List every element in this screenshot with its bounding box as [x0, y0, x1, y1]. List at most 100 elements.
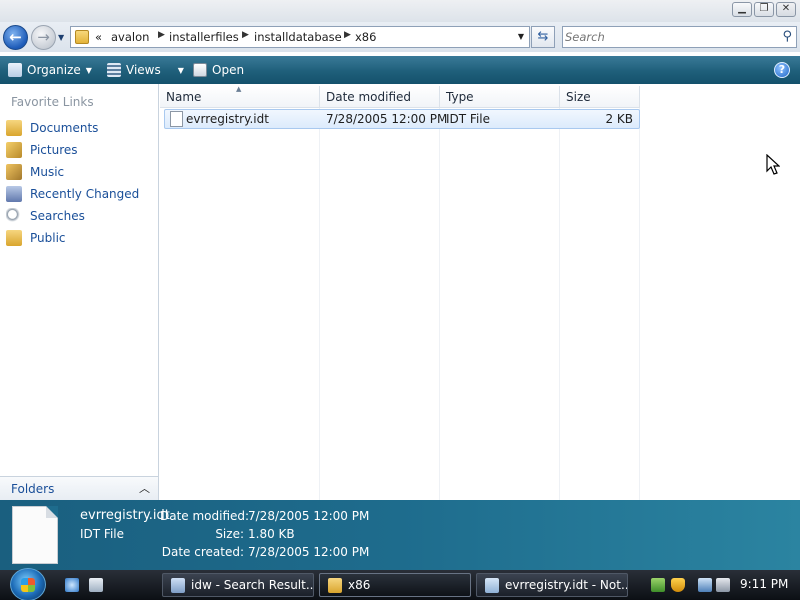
forward-button[interactable]: → — [31, 25, 56, 50]
address-bar[interactable]: « avalon ▶ installerfiles ▶ installdatab… — [70, 26, 530, 48]
details-date-modified: 7/28/2005 12:00 PM — [248, 509, 370, 523]
folders-toggle[interactable]: Folders ︿ — [0, 476, 158, 500]
details-file-type: IDT File — [80, 527, 125, 541]
breadcrumb-avalon[interactable]: avalon — [111, 30, 149, 44]
column-header-name[interactable]: Name ▲ — [160, 85, 320, 108]
clock[interactable]: 9:11 PM — [740, 577, 788, 591]
sidebar-item-pictures[interactable]: Pictures — [6, 141, 78, 159]
minimize-button[interactable]: ▁ — [732, 2, 752, 17]
column-divider — [639, 108, 640, 500]
taskbar-button-x86[interactable]: x86 — [319, 573, 471, 597]
file-row[interactable]: evrregistry.idt 7/28/2005 12:00 PM IDT F… — [164, 109, 640, 129]
title-bar: ▁ ❐ ✕ — [0, 0, 800, 22]
taskbar-button-label: idw - Search Result... — [191, 578, 314, 592]
sidebar-item-recently-changed[interactable]: Recently Changed — [6, 185, 139, 203]
security-shield-icon[interactable] — [671, 578, 685, 592]
column-label: Size — [566, 90, 591, 104]
music-folder-icon — [6, 164, 22, 180]
breadcrumb-installdatabase[interactable]: installdatabase — [254, 30, 342, 44]
recent-pages-dropdown[interactable]: ▼ — [58, 33, 64, 42]
refresh-button[interactable]: ⇆ — [531, 26, 555, 48]
column-label: Name — [166, 90, 202, 104]
forward-arrow-icon: → — [37, 28, 50, 46]
internet-explorer-icon[interactable] — [65, 578, 79, 592]
breadcrumb-x86[interactable]: x86 — [355, 30, 376, 44]
mouse-pointer-icon — [766, 154, 780, 175]
chevron-down-icon: ▼ — [85, 65, 92, 75]
taskbar-button-label: evrregistry.idt - Not... — [505, 578, 628, 592]
details-pane: evrregistry.idt IDT File Date modified: … — [0, 500, 800, 570]
folder-icon — [75, 30, 89, 44]
sidebar-item-searches[interactable]: Searches — [6, 207, 85, 225]
file-icon — [170, 111, 183, 127]
maximize-button[interactable]: ❐ — [754, 2, 774, 17]
display-tray-icon[interactable] — [698, 578, 712, 592]
search-results-icon — [171, 578, 185, 593]
file-size: 2 KB — [605, 112, 633, 126]
taskbar-button-notepad[interactable]: evrregistry.idt - Not... — [476, 573, 628, 597]
sidebar-item-music[interactable]: Music — [6, 163, 64, 181]
details-size: 1.80 KB — [248, 527, 295, 541]
taskbar: idw - Search Result... x86 evrregistry.i… — [0, 568, 800, 600]
file-type: IDT File — [446, 112, 491, 126]
breadcrumb-separator-icon[interactable]: ▶ — [344, 30, 351, 40]
views-label: Views — [126, 63, 161, 77]
views-button[interactable]: Views ▼ — [107, 62, 184, 78]
volume-muted-icon[interactable] — [716, 578, 730, 592]
search-input[interactable] — [565, 28, 765, 46]
search-icon[interactable]: ⚲ — [782, 29, 792, 44]
help-button[interactable]: ? — [774, 62, 790, 78]
sidebar-item-label: Documents — [30, 121, 99, 135]
organize-button[interactable]: Organize ▼ — [8, 62, 92, 78]
column-header-size[interactable]: Size — [560, 86, 640, 108]
taskbar-button-label: x86 — [348, 578, 371, 592]
command-toolbar: Organize ▼ Views ▼ Open ? — [0, 56, 800, 84]
open-label: Open — [212, 63, 245, 77]
breadcrumb-overflow[interactable]: « — [95, 30, 102, 44]
chevron-down-icon: ▼ — [177, 65, 184, 75]
breadcrumb-separator-icon[interactable]: ▶ — [158, 30, 165, 40]
column-header-type[interactable]: Type — [440, 86, 560, 108]
recently-changed-icon — [6, 186, 22, 202]
switch-windows-icon[interactable] — [89, 578, 103, 592]
start-button[interactable] — [10, 568, 46, 600]
sidebar-item-label: Searches — [30, 209, 85, 223]
sidebar-item-documents[interactable]: Documents — [6, 119, 98, 137]
notepad-icon — [485, 578, 499, 593]
favorite-links-heading: Favorite Links — [11, 95, 94, 109]
maximize-icon: ❐ — [759, 3, 769, 14]
column-label: Type — [446, 90, 474, 104]
sidebar-item-public[interactable]: Public — [6, 229, 66, 247]
breadcrumb-installerfiles[interactable]: installerfiles — [169, 30, 239, 44]
open-button[interactable]: Open — [193, 62, 244, 78]
address-row: ← → ▼ « avalon ▶ installerfiles ▶ instal… — [0, 22, 800, 52]
page-fold — [46, 506, 58, 518]
column-label: Date modified — [326, 90, 412, 104]
column-header-date-modified[interactable]: Date modified — [320, 86, 440, 108]
details-date-created: 7/28/2005 12:00 PM — [248, 545, 370, 559]
searches-icon — [6, 208, 22, 224]
back-button[interactable]: ← — [3, 25, 28, 50]
close-button[interactable]: ✕ — [776, 2, 796, 17]
folder-icon — [328, 578, 342, 593]
document-thumbnail-icon — [12, 506, 58, 564]
breadcrumb-separator-icon[interactable]: ▶ — [242, 30, 249, 40]
network-tray-icon[interactable] — [651, 578, 665, 592]
details-date-created-label: Date created: — [161, 545, 244, 559]
help-icon: ? — [778, 63, 786, 76]
column-divider — [319, 108, 320, 500]
back-arrow-icon: ← — [9, 28, 22, 46]
column-divider — [559, 108, 560, 500]
sidebar-item-label: Music — [30, 165, 65, 179]
sidebar-item-label: Public — [30, 231, 66, 245]
search-box: ⚲ — [562, 26, 797, 48]
taskbar-button-search-results[interactable]: idw - Search Result... — [162, 573, 314, 597]
sidebar-item-label: Pictures — [30, 143, 78, 157]
pictures-folder-icon — [6, 142, 22, 158]
details-file-name: evrregistry.idt — [80, 508, 170, 523]
windows-logo-icon — [21, 578, 35, 592]
open-icon — [193, 63, 207, 77]
address-history-dropdown[interactable]: ▼ — [518, 32, 524, 41]
column-divider — [439, 108, 440, 500]
close-icon: ✕ — [781, 3, 791, 14]
